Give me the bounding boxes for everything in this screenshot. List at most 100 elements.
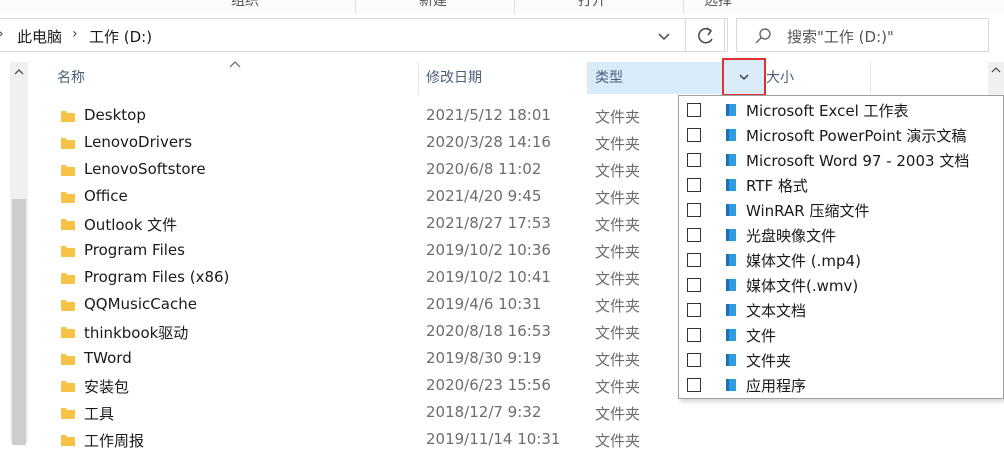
file-type: 文件夹 <box>595 216 641 234</box>
file-type: 文件夹 <box>595 108 641 126</box>
scroll-up-arrow-icon[interactable] <box>13 66 25 78</box>
table-row[interactable]: LenovoDrivers 2020/3/28 14:16 文件夹 <box>0 130 680 157</box>
folder-icon <box>61 327 75 338</box>
breadcrumb-drive[interactable]: 工作 (D:) <box>89 26 152 47</box>
file-name: thinkbook驱动 <box>84 324 189 342</box>
folder-icon <box>61 111 75 122</box>
table-row[interactable]: thinkbook驱动 2020/8/18 16:53 文件夹 <box>0 319 680 346</box>
file-name: Office <box>84 187 128 205</box>
refresh-button[interactable] <box>685 18 725 52</box>
table-row[interactable]: Program Files (x86) 2019/10/2 10:41 文件夹 <box>0 265 680 292</box>
column-header-name[interactable]: 名称 <box>57 62 85 94</box>
column-separator[interactable] <box>418 62 419 94</box>
filter-checkbox[interactable] <box>687 178 701 192</box>
column-header-size[interactable]: 大小 <box>766 62 794 94</box>
filter-option[interactable]: WinRAR 压缩文件 <box>679 198 999 223</box>
table-row[interactable]: Desktop 2021/5/12 18:01 文件夹 <box>0 103 680 130</box>
type-filter-dropdown-button[interactable] <box>722 58 766 96</box>
file-name: 安装包 <box>84 378 130 396</box>
table-row[interactable]: Office 2021/4/20 9:45 文件夹 <box>0 184 680 211</box>
filter-option[interactable]: 光盘映像文件 <box>679 223 999 248</box>
filter-checkbox[interactable] <box>687 253 701 267</box>
filter-option[interactable]: 文件夹 <box>679 348 999 373</box>
file-type-book-icon <box>726 379 736 391</box>
file-type: 文件夹 <box>595 324 641 342</box>
file-date: 2019/10/2 10:41 <box>426 268 551 286</box>
filter-option[interactable]: 文件 <box>679 323 999 348</box>
filter-option-label: Microsoft Word 97 - 2003 文档 <box>746 152 970 170</box>
file-date: 2019/8/30 9:19 <box>426 349 542 367</box>
filter-checkbox[interactable] <box>687 128 701 142</box>
filter-checkbox[interactable] <box>687 353 701 367</box>
filter-option-label: 应用程序 <box>746 377 807 395</box>
file-name: Program Files <box>84 241 185 259</box>
filter-checkbox[interactable] <box>687 303 701 317</box>
filter-option[interactable]: 应用程序 <box>679 373 999 398</box>
file-type-book-icon <box>726 229 736 241</box>
search-input[interactable]: 搜索"工作 (D:)" <box>736 18 989 52</box>
breadcrumb-chevron-icon[interactable]: › <box>0 26 4 42</box>
filter-option[interactable]: Microsoft Excel 工作表 <box>679 98 999 123</box>
column-separator[interactable] <box>870 62 871 94</box>
file-name: TWord <box>84 349 132 367</box>
ribbon-group-new: 新建 <box>419 0 447 9</box>
filter-checkbox[interactable] <box>687 378 701 392</box>
filter-option[interactable]: 媒体文件 (.mp4) <box>679 248 999 273</box>
folder-icon <box>61 246 75 257</box>
column-header-type[interactable]: 类型 <box>595 62 623 94</box>
folder-icon <box>61 354 75 365</box>
filter-checkbox[interactable] <box>687 103 701 117</box>
file-type: 文件夹 <box>595 270 641 288</box>
search-placeholder: 搜索"工作 (D:)" <box>787 28 894 46</box>
scroll-up-arrow-icon[interactable] <box>988 62 1004 78</box>
address-bar[interactable]: › 此电脑 › 工作 (D:) <box>0 18 728 52</box>
table-row[interactable]: Program Files 2019/10/2 10:36 文件夹 <box>0 238 680 265</box>
sort-ascending-icon <box>229 61 241 68</box>
filter-option[interactable]: 文本文档 <box>679 298 999 323</box>
ribbon-separator <box>355 0 356 14</box>
folder-icon <box>61 300 75 311</box>
table-row[interactable]: QQMusicCache 2019/4/6 10:31 文件夹 <box>0 292 680 319</box>
file-name: LenovoDrivers <box>84 133 193 151</box>
table-row[interactable]: 工具 2018/12/7 9:32 文件夹 <box>0 400 680 427</box>
breadcrumb-this-pc[interactable]: 此电脑 <box>17 26 62 47</box>
column-header-date[interactable]: 修改日期 <box>426 62 482 94</box>
file-type: 文件夹 <box>595 162 641 180</box>
filter-option[interactable]: 媒体文件(.wmv) <box>679 273 999 298</box>
folder-icon <box>61 219 75 230</box>
filter-checkbox[interactable] <box>687 228 701 242</box>
file-date: 2020/6/23 15:56 <box>426 376 551 394</box>
table-row[interactable]: LenovoSoftstore 2020/6/8 11:02 文件夹 <box>0 157 680 184</box>
file-type: 文件夹 <box>595 297 641 315</box>
table-row[interactable]: Outlook 文件 2021/8/27 17:53 文件夹 <box>0 211 680 238</box>
file-name: 工作周报 <box>84 432 145 450</box>
folder-icon <box>61 138 75 149</box>
search-icon <box>755 28 771 44</box>
file-date: 2020/8/18 16:53 <box>426 322 551 340</box>
file-type-book-icon <box>726 279 736 291</box>
file-date: 2021/8/27 17:53 <box>426 214 551 232</box>
folder-icon <box>61 381 75 392</box>
vertical-scrollbar-right[interactable] <box>988 62 1004 96</box>
type-filter-panel: Microsoft Excel 工作表 Microsoft PowerPoint… <box>678 95 1004 399</box>
filter-checkbox[interactable] <box>687 328 701 342</box>
filter-checkbox[interactable] <box>687 203 701 217</box>
folder-icon <box>61 273 75 284</box>
address-row: › 此电脑 › 工作 (D:) 搜索"工作 (D:)" <box>0 14 1004 60</box>
table-row[interactable]: 工作周报 2019/11/14 10:31 文件夹 <box>0 427 680 454</box>
filter-option-label: Microsoft Excel 工作表 <box>746 102 909 120</box>
file-type-book-icon <box>726 304 736 316</box>
filter-checkbox[interactable] <box>687 278 701 292</box>
ribbon-group-select: 选择 <box>704 0 732 9</box>
table-row[interactable]: 安装包 2020/6/23 15:56 文件夹 <box>0 373 680 400</box>
chevron-down-icon[interactable] <box>653 25 675 47</box>
breadcrumb-chevron-icon[interactable]: › <box>72 26 78 42</box>
file-date: 2021/5/12 18:01 <box>426 106 551 124</box>
filter-option[interactable]: Microsoft PowerPoint 演示文稿 <box>679 123 999 148</box>
filter-option[interactable]: RTF 格式 <box>679 173 999 198</box>
filter-checkbox[interactable] <box>687 153 701 167</box>
file-type-book-icon <box>726 354 736 366</box>
table-row[interactable]: TWord 2019/8/30 9:19 文件夹 <box>0 346 680 373</box>
filter-option[interactable]: Microsoft Word 97 - 2003 文档 <box>679 148 999 173</box>
file-type-book-icon <box>726 254 736 266</box>
